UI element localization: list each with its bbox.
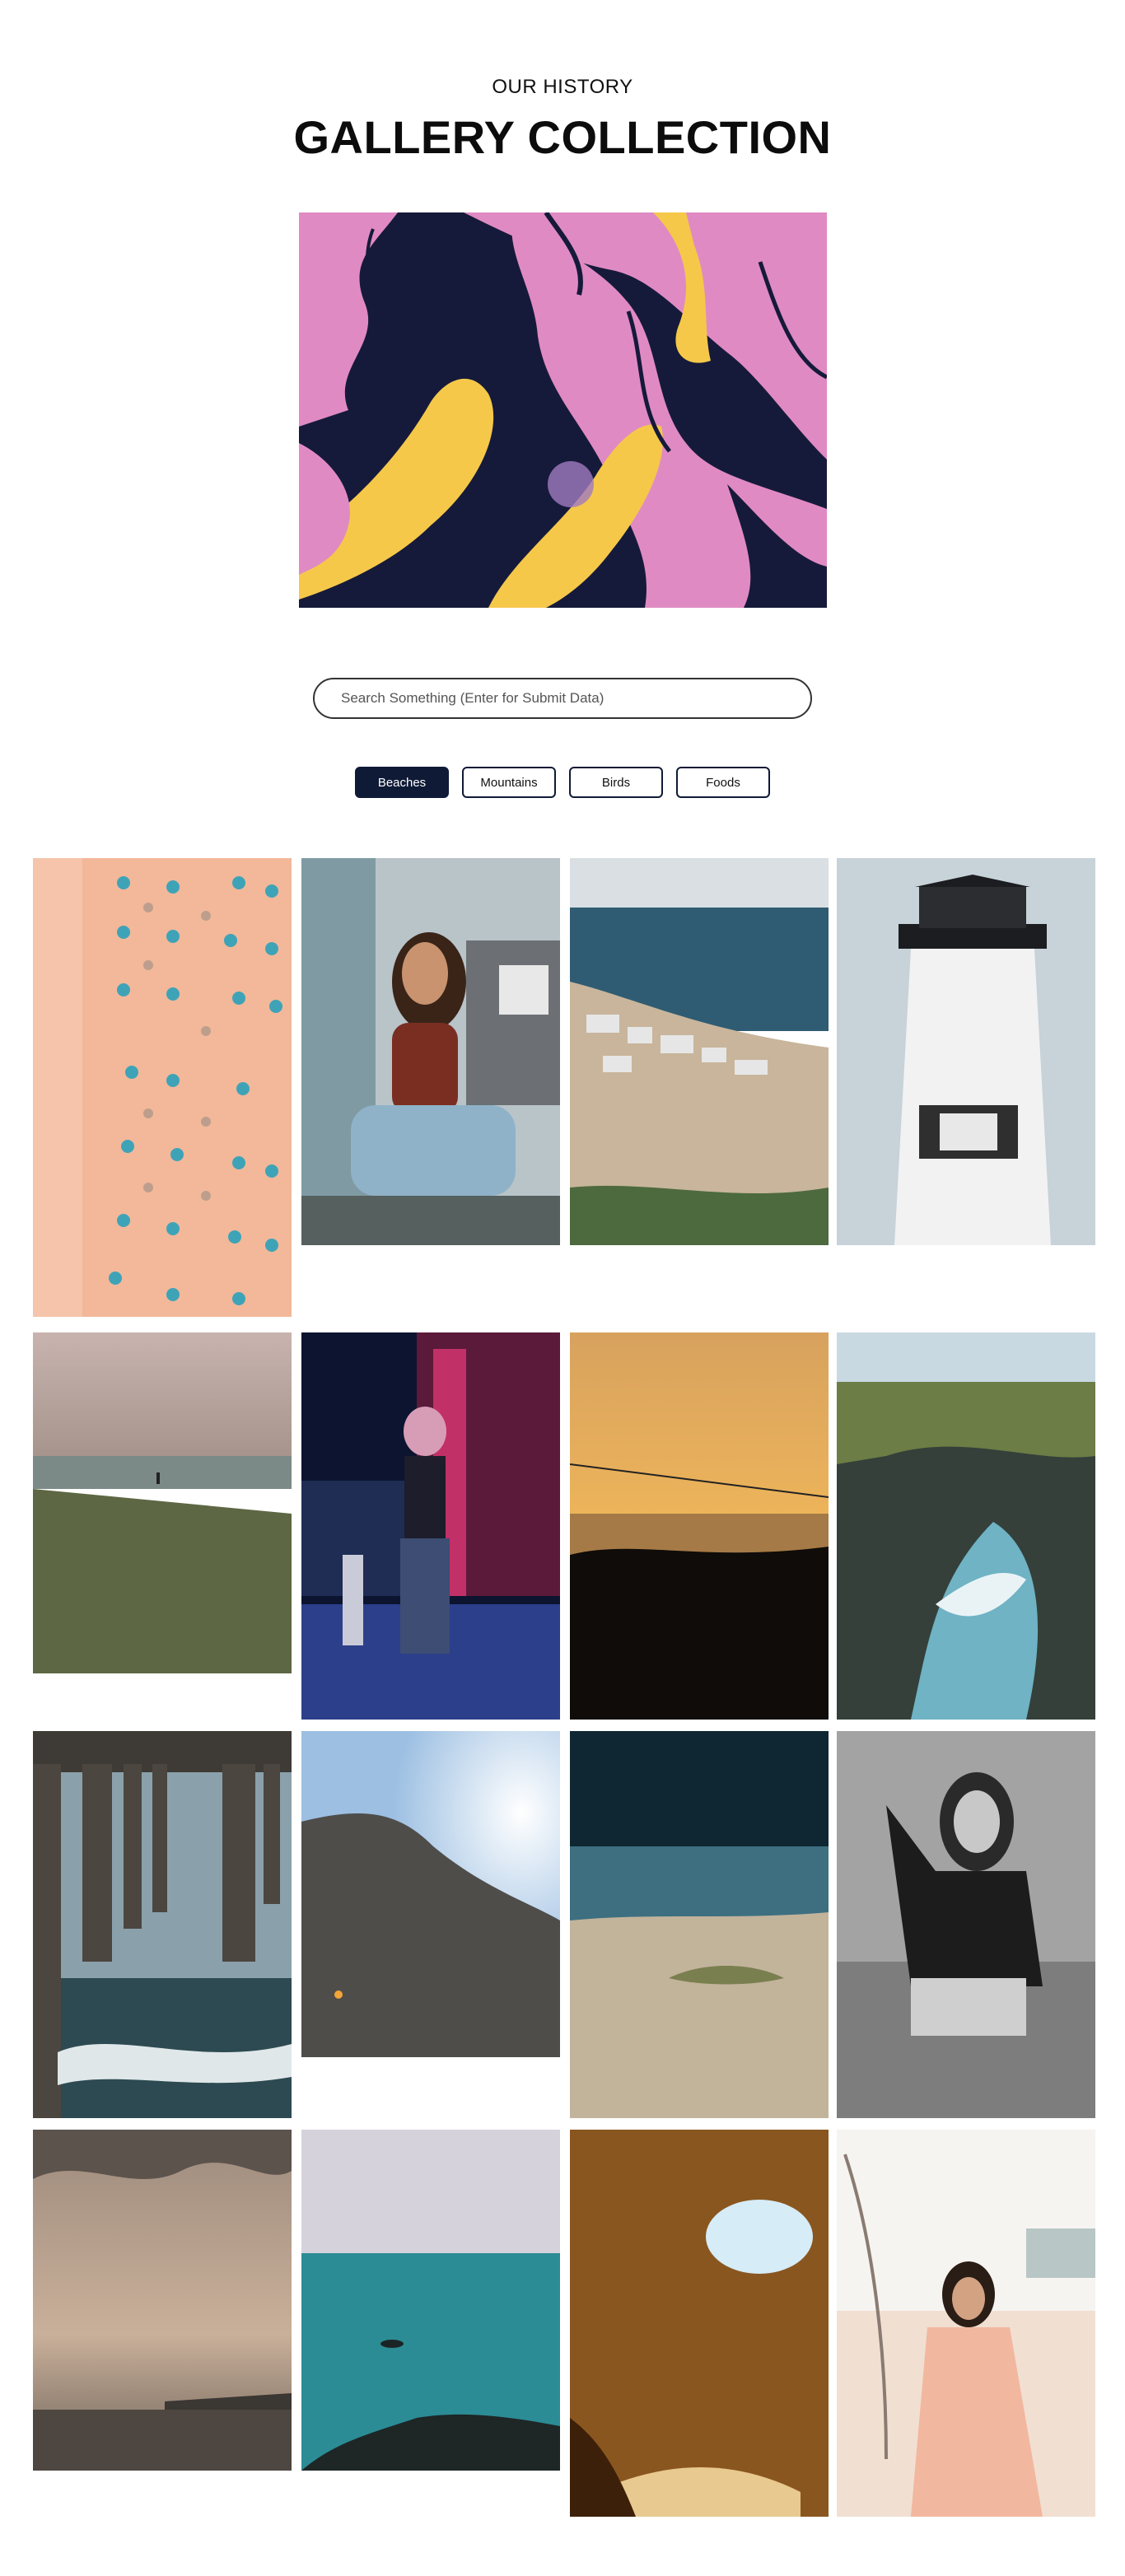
filter-mountains-button[interactable]: Mountains [462, 767, 556, 798]
gallery-image-lighthouse[interactable] [837, 858, 1095, 1245]
search-box[interactable] [313, 678, 812, 719]
gallery-image-woman-stairs[interactable] [301, 858, 560, 1245]
gallery-image-beach-umbrellas[interactable] [33, 858, 292, 1317]
gallery-image-coastal-town[interactable] [570, 858, 829, 1245]
gallery-image-beach-walker[interactable] [33, 1332, 292, 1673]
page-title: GALLERY COLLECTION [293, 111, 832, 163]
gallery-image-sea-cave[interactable] [570, 2130, 829, 2517]
gallery-image-cloudy-sea[interactable] [33, 2130, 292, 2471]
gallery-image-pier[interactable] [33, 1731, 292, 2118]
gallery-image-mountain-sun[interactable] [301, 1731, 560, 2057]
gallery-image-rock-waves[interactable] [837, 1332, 1095, 1720]
filter-foods-button[interactable]: Foods [676, 767, 770, 798]
filter-birds-button[interactable]: Birds [569, 767, 663, 798]
gallery-image-woman-floral-dress[interactable] [837, 2130, 1095, 2517]
filter-bar: Beaches Mountains Birds Foods [355, 767, 770, 798]
gallery-image-turquoise-sea[interactable] [301, 2130, 560, 2471]
gallery-image-dunes[interactable] [570, 1731, 829, 2118]
eyebrow-text: OUR HISTORY [492, 76, 633, 98]
filter-beaches-button[interactable]: Beaches [355, 767, 449, 798]
gallery-image-neon-woman[interactable] [301, 1332, 560, 1720]
search-input[interactable] [339, 689, 786, 707]
gallery-image-sunset[interactable] [570, 1332, 829, 1720]
gallery-image-bw-portrait[interactable] [837, 1731, 1095, 2118]
hero-image [299, 212, 827, 608]
